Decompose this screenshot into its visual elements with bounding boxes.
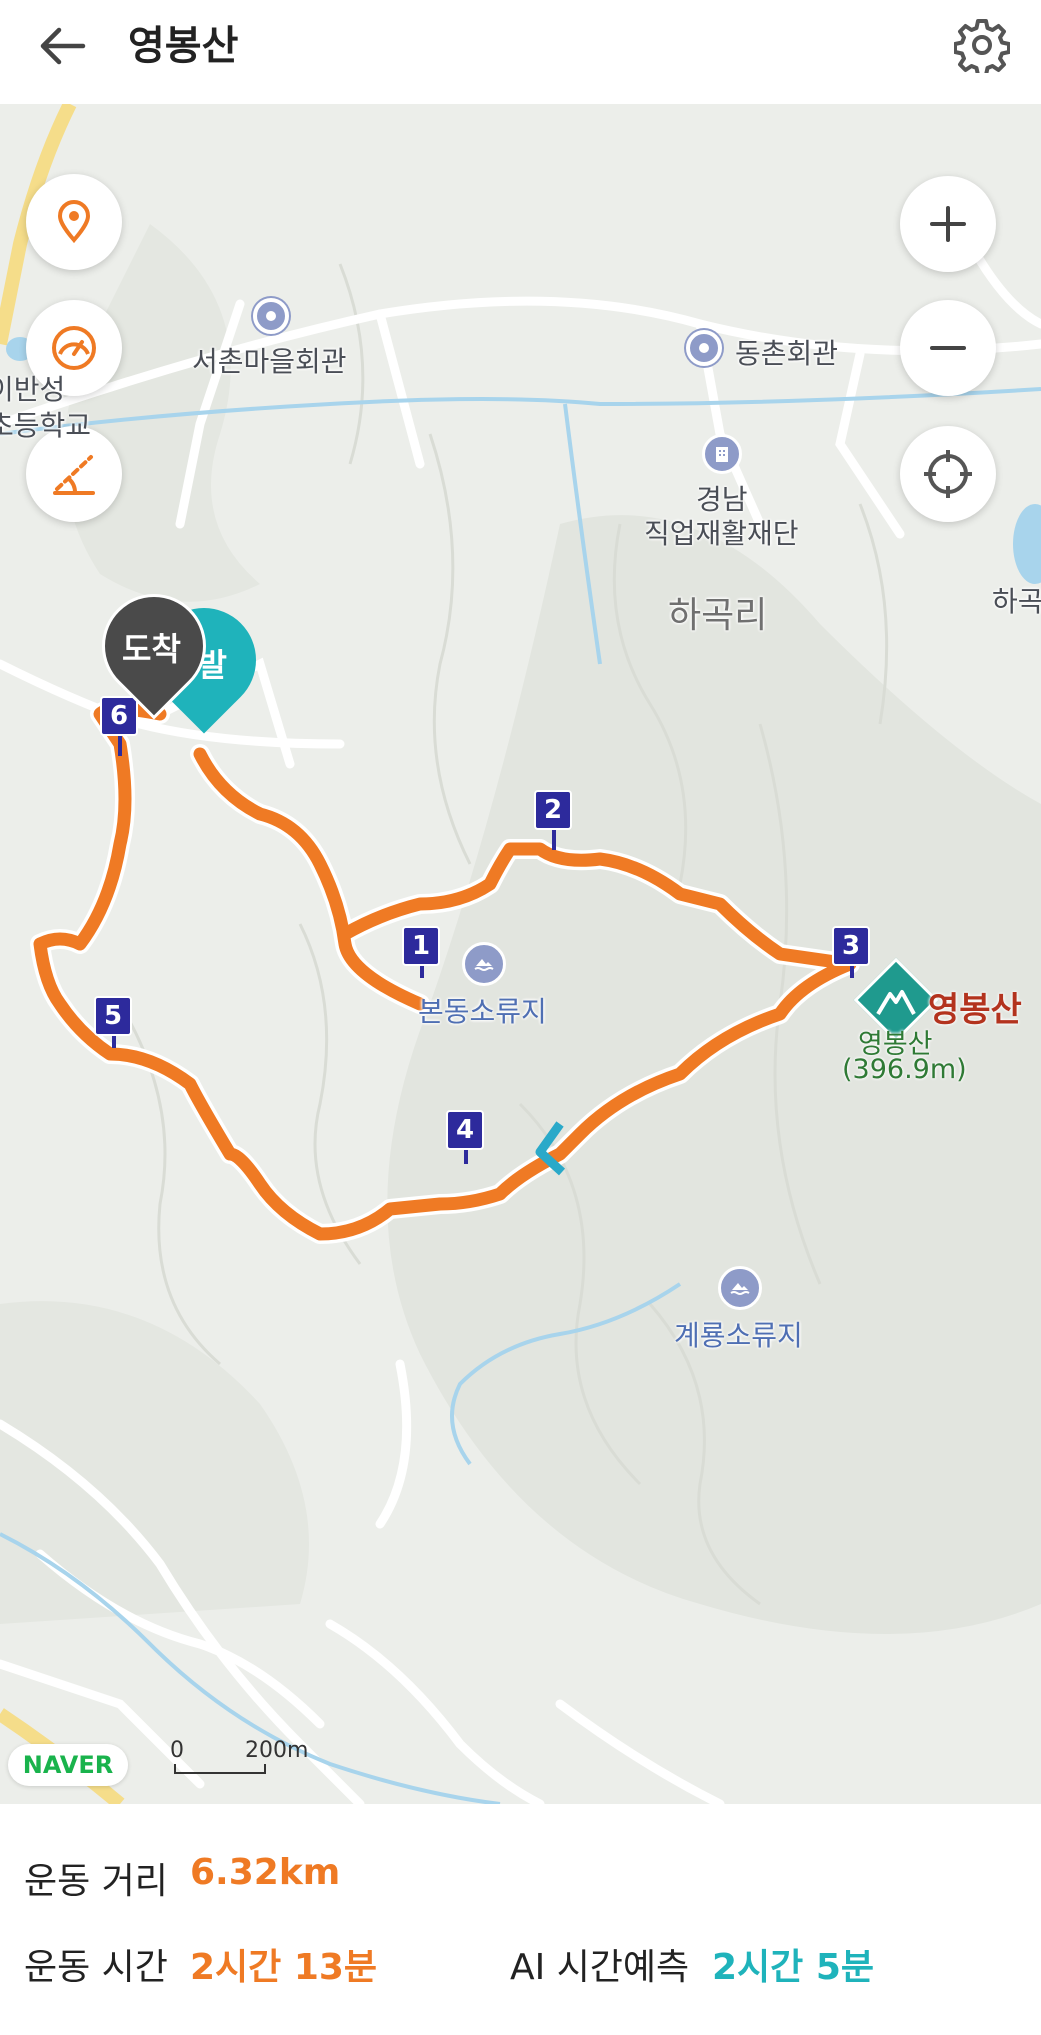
rehab-label-2[interactable]: 직업재활재단 xyxy=(644,512,799,552)
waypoint-3[interactable]: 3 xyxy=(832,926,870,966)
waypoint-1[interactable]: 1 xyxy=(402,926,440,966)
arrow-left-icon xyxy=(40,27,86,65)
waypoint-6[interactable]: 6 xyxy=(100,696,138,736)
school-label-2: 초등학교 xyxy=(0,409,92,442)
distance-value: 6.32km xyxy=(190,1852,341,1893)
map-view[interactable]: 이반성 초등학교 서촌마을회관 동촌회관 경남 직업재활재단 하곡리 하곡 본동… xyxy=(0,104,1041,1804)
map-base xyxy=(0,104,1041,1804)
peak-name-label[interactable]: 영봉산 xyxy=(928,982,1022,1031)
bondong-reservoir-label[interactable]: 본동소류지 xyxy=(418,990,547,1030)
ai-prediction-value: 2시간 5분 xyxy=(712,1947,874,1988)
dongchon-hall-label[interactable]: 동촌회관 xyxy=(735,332,838,372)
location-pin-icon xyxy=(57,200,91,244)
gyeryong-reservoir-label[interactable]: 계룡소류지 xyxy=(674,1314,803,1354)
waypoint-2[interactable]: 2 xyxy=(534,790,572,830)
location-button[interactable] xyxy=(26,174,122,270)
school-label-1: 이반성 xyxy=(0,373,66,406)
seochon-hall-label[interactable]: 서촌마을회관 xyxy=(192,340,347,380)
hagok-edge-label: 하곡 xyxy=(992,585,1041,618)
back-button[interactable] xyxy=(30,14,94,78)
zoom-out-icon xyxy=(930,346,966,350)
reservoir-icon[interactable] xyxy=(462,942,506,986)
waypoint-5[interactable]: 5 xyxy=(94,996,132,1036)
waypoint-4[interactable]: 4 xyxy=(446,1110,484,1150)
gear-icon xyxy=(954,19,1010,73)
stats-panel: 운동 거리 6.32km 운동 시간 2시간 13분 AI 시간예측 2시간 5… xyxy=(0,1804,1041,2035)
map-scale: 0 200m xyxy=(170,1738,309,1774)
crosshair-icon xyxy=(924,450,972,498)
speedometer-icon xyxy=(52,326,96,370)
time-value: 2시간 13분 xyxy=(190,1947,378,1988)
settings-button[interactable] xyxy=(947,10,1017,80)
ai-prediction-label: AI 시간예측 xyxy=(510,1947,690,1988)
current-location-button[interactable] xyxy=(900,426,996,522)
scale-zero: 0 xyxy=(170,1738,184,1763)
peak-elevation-label[interactable]: (396.9m) xyxy=(842,1054,967,1085)
naver-logo: NAVER xyxy=(8,1744,128,1786)
seochon-hall-marker[interactable] xyxy=(253,298,289,334)
time-label: 운동 시간 xyxy=(24,1947,168,1988)
zoom-in-button[interactable] xyxy=(900,176,996,272)
app-header: 영봉산 xyxy=(0,0,1041,104)
mountain-glyph-icon xyxy=(876,990,916,1016)
dongchon-hall-marker[interactable] xyxy=(686,330,722,366)
scale-bar xyxy=(174,1764,266,1774)
building-icon[interactable] xyxy=(702,434,742,474)
arrival-label: 도착 xyxy=(122,630,181,668)
scale-distance: 200m xyxy=(245,1738,309,1763)
slope-icon xyxy=(53,455,95,495)
distance-label: 운동 거리 xyxy=(24,1861,168,1902)
page-title: 영봉산 xyxy=(128,23,239,69)
reservoir-icon[interactable] xyxy=(718,1266,762,1310)
zoom-in-icon xyxy=(930,206,966,242)
hagok-region-label: 하곡리 xyxy=(668,595,768,636)
zoom-out-button[interactable] xyxy=(900,300,996,396)
